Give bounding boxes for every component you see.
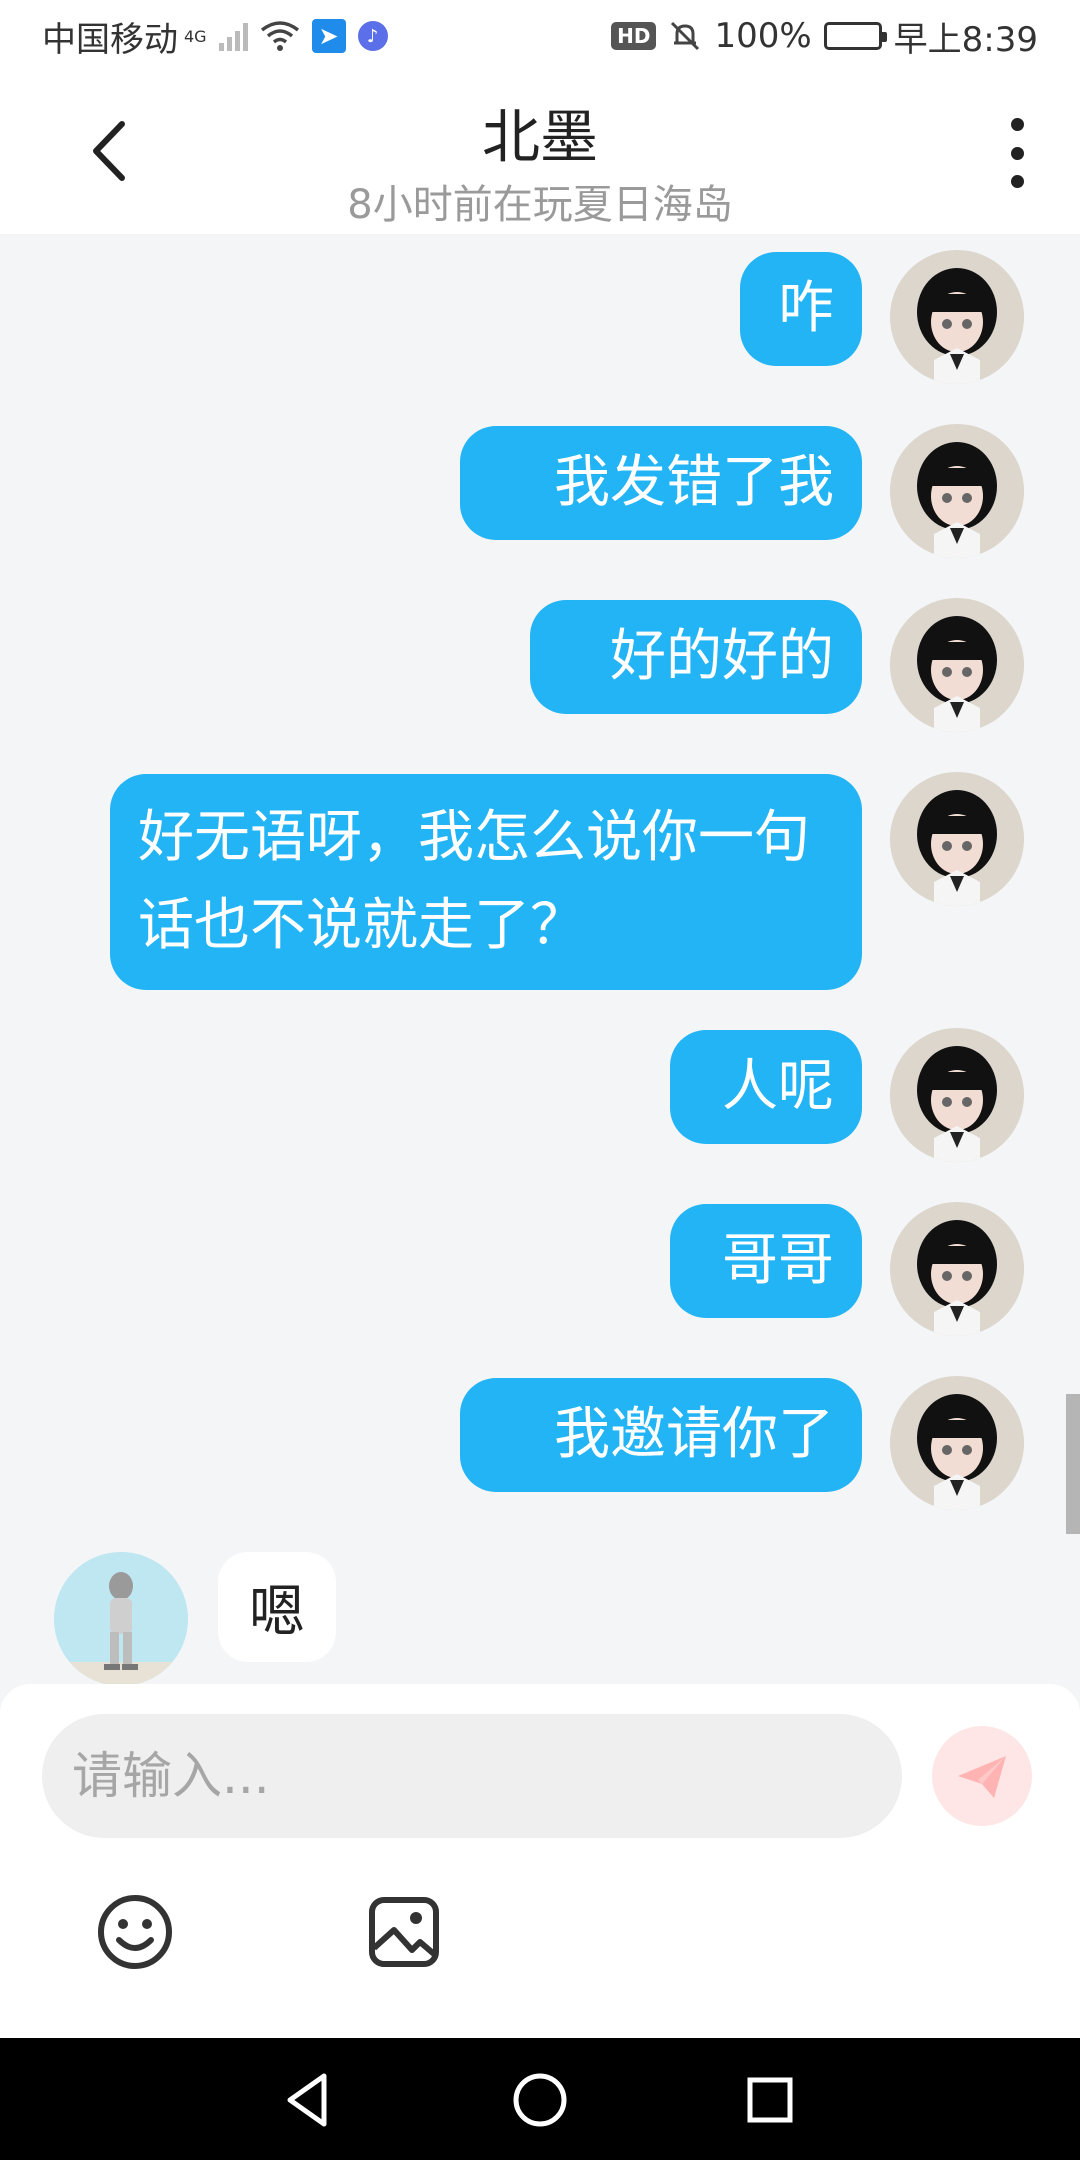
message-composer: [0, 1684, 1080, 2038]
battery-icon: [823, 22, 887, 50]
message-input[interactable]: [42, 1714, 902, 1838]
image-icon[interactable]: [364, 1892, 444, 1972]
square-recent-icon[interactable]: [738, 2068, 802, 2132]
my-message-bubble[interactable]: 好无语呀，我怎么说你一句话也不说就走了？: [110, 774, 862, 990]
more-vertical-icon[interactable]: [1002, 118, 1032, 188]
system-nav-bar: [0, 2038, 1080, 2160]
girl-avatar-icon: [890, 1028, 1024, 1162]
girl-avatar-icon: [890, 772, 1024, 906]
smiley-icon[interactable]: [95, 1892, 175, 1972]
character-avatar-icon: [54, 1552, 188, 1684]
status-right: HD 100% 早上8:39: [611, 12, 1038, 61]
my-avatar[interactable]: [890, 250, 1024, 384]
girl-avatar-icon: [890, 250, 1024, 384]
mute-bell-icon: [671, 21, 700, 51]
chat-header: 北墨 8小时前在玩夏日海岛: [0, 72, 1080, 234]
girl-avatar-icon: [890, 424, 1024, 558]
music-app-icon: ♪: [357, 21, 388, 51]
my-message-bubble[interactable]: 哥哥: [670, 1204, 862, 1318]
my-message-bubble[interactable]: 好的好的: [530, 600, 862, 714]
status-bar: 中国移动 4G ➤ ♪ HD 100% 早上8:39: [0, 0, 1080, 72]
wifi-icon: [260, 21, 299, 51]
my-avatar[interactable]: [890, 598, 1024, 732]
chat-message-list[interactable]: 咋 我发错了我 好的好的 好无语呀，我怎么说你一句话也不说就走了？ 人呢 哥哥 …: [0, 234, 1080, 1684]
girl-avatar-icon: [890, 1376, 1024, 1510]
hd-icon: HD: [611, 22, 657, 50]
contact-avatar[interactable]: [54, 1552, 188, 1684]
triangle-back-icon[interactable]: [276, 2068, 340, 2132]
clock: 早上8:39: [893, 19, 1038, 60]
contact-name: 北墨: [481, 103, 598, 171]
my-message-bubble[interactable]: 人呢: [670, 1030, 862, 1144]
battery-percent: 100%: [714, 16, 812, 56]
carrier-label: 中国移动: [42, 19, 178, 60]
my-avatar[interactable]: [890, 1376, 1024, 1510]
paper-plane-icon: [958, 1756, 1006, 1798]
my-message-bubble[interactable]: 我发错了我: [460, 426, 862, 540]
scrollbar-thumb[interactable]: [1066, 1394, 1080, 1534]
girl-avatar-icon: [890, 1202, 1024, 1336]
girl-avatar-icon: [890, 598, 1024, 732]
contact-status: 8小时前在玩夏日海岛: [347, 182, 733, 228]
signal-icon: [218, 21, 248, 51]
my-message-bubble[interactable]: 我邀请你了: [460, 1378, 862, 1492]
my-avatar[interactable]: [890, 424, 1024, 558]
my-message-bubble[interactable]: 咋: [740, 252, 862, 366]
my-avatar[interactable]: [890, 1202, 1024, 1336]
contact-message-bubble[interactable]: 嗯: [218, 1552, 336, 1662]
my-avatar[interactable]: [890, 772, 1024, 906]
app-notification-icon: ➤: [311, 19, 346, 53]
my-avatar[interactable]: [890, 1028, 1024, 1162]
circle-home-icon[interactable]: [508, 2068, 572, 2132]
status-left: 中国移动 4G ➤ ♪: [42, 12, 388, 61]
send-button[interactable]: [932, 1726, 1032, 1826]
network-type-label: 4G: [184, 26, 207, 46]
